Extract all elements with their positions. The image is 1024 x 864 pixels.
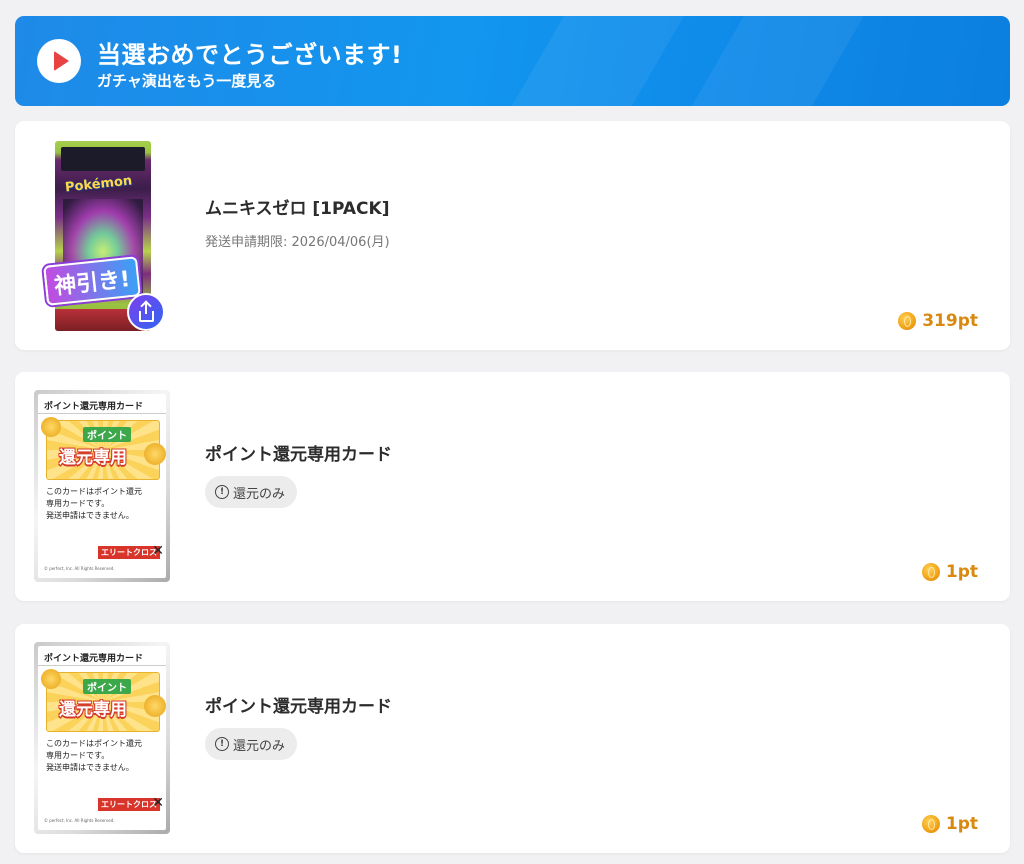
coin-icon [41,669,61,689]
coin-icon [898,312,917,330]
copyright-text: © perfect, Inc. All Rights Reserved. [44,818,115,823]
point-card-image: ポイント還元専用カード ポイント 還元専用 このカードはポイント還元 専用カード… [34,390,170,582]
item-name: ポイント還元専用カード [205,697,392,717]
point-card-header: ポイント還元専用カード [38,394,166,414]
coin-icon [144,695,166,717]
point-card-banner: ポイント 還元専用 [41,669,166,732]
share-arrow-icon [145,303,147,314]
point-card-small-label: ポイント [83,679,131,694]
item-name: ポイント還元専用カード [205,445,392,465]
point-card-text-line: このカードはポイント還元 [46,487,142,496]
banner-decoration [483,16,707,106]
point-card-big-label: 還元専用 [59,700,127,720]
point-card-text: このカードはポイント還元 専用カードです。 発送申請はできません。 [46,738,142,774]
info-icon: ! [215,737,229,751]
shipping-deadline: 発送申請期限: 2026/04/06(月) [205,235,390,250]
point-card-small-label: ポイント [83,427,131,442]
point-label: 1pt [945,562,978,582]
return-only-label: 還元のみ [233,486,286,502]
point-value: 1pt [921,562,978,582]
point-card-face: ポイント還元専用カード ポイント 還元専用 このカードはポイント還元 専用カード… [38,394,166,578]
point-card-image: ポイント還元専用カード ポイント 還元専用 このカードはポイント還元 専用カード… [34,642,170,834]
prize-card[interactable]: ポイント還元専用カード ポイント 還元専用 このカードはポイント還元 専用カード… [15,624,1010,853]
share-button[interactable] [127,293,165,331]
pack-image: Pokémon 神引き! [43,141,165,331]
point-card-text-line: このカードはポイント還元 [46,739,142,748]
point-card-text: このカードはポイント還元 専用カードです。 発送申請はできません。 [46,486,142,522]
coin-icon [921,815,940,833]
point-label: 1pt [945,814,978,834]
point-value: 319pt [898,311,978,331]
brand-x-icon: ✕ [152,795,164,811]
return-only-label: 還元のみ [233,738,286,754]
return-only-badge: ! 還元のみ [205,476,298,508]
brand-logo: エリートクロス [98,798,160,811]
play-button[interactable] [37,39,81,83]
point-card-big-label: 還元専用 [59,448,127,468]
item-name: ムニキスゼロ [1PACK] [205,199,390,219]
coin-icon [41,417,61,437]
prize-card[interactable]: Pokémon 神引き! ムニキスゼロ [1PACK] 発送申請期限: 2026… [15,121,1010,350]
coin-icon [921,563,940,581]
point-card-text-line: 発送申請はできません。 [46,763,134,772]
banner-decoration [663,16,887,106]
copyright-text: © perfect, Inc. All Rights Reserved. [44,566,115,571]
point-card-text-line: 専用カードです。 [46,499,110,508]
prize-card[interactable]: ポイント還元専用カード ポイント 還元専用 このカードはポイント還元 専用カード… [15,372,1010,601]
point-label: 319pt [922,311,978,331]
point-card-text-line: 専用カードです。 [46,751,110,760]
pokemon-logo: Pokémon [64,173,133,196]
banner-subtitle: ガチャ演出をもう一度見る [97,72,277,90]
point-card-header: ポイント還元専用カード [38,646,166,666]
banner-title: 当選おめでとうございます! [97,41,403,69]
info-icon: ! [215,485,229,499]
point-card-banner: ポイント 還元専用 [41,417,166,480]
pack-top-band [61,147,145,171]
replay-gacha-banner[interactable]: 当選おめでとうございます! ガチャ演出をもう一度見る [15,16,1010,106]
point-card-text-line: 発送申請はできません。 [46,511,134,520]
play-icon [53,51,69,71]
brand-logo: エリートクロス [98,546,160,559]
coin-icon [144,443,166,465]
point-value: 1pt [921,814,978,834]
point-card-face: ポイント還元専用カード ポイント 還元専用 このカードはポイント還元 専用カード… [38,646,166,830]
brand-x-icon: ✕ [152,543,164,559]
return-only-badge: ! 還元のみ [205,728,298,760]
